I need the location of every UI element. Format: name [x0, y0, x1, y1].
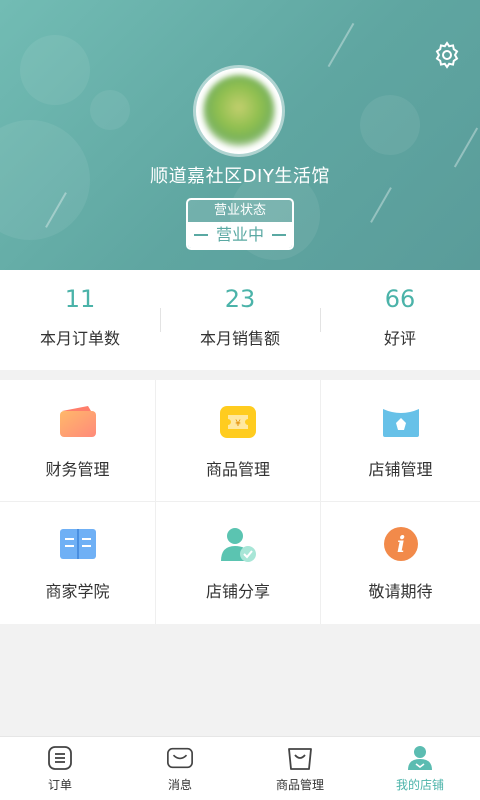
decor-bubble: [360, 95, 420, 155]
wallet-icon: [58, 402, 98, 442]
status-label: 营业状态: [188, 200, 292, 222]
grid-item-label: 店铺分享: [205, 582, 270, 601]
grid-item-label: 店铺管理: [368, 459, 433, 479]
grid-item-academy[interactable]: 商家学院: [0, 502, 156, 624]
decor-streak: [370, 187, 392, 223]
store-name: 顺道嘉社区DIY生活馆: [150, 166, 330, 187]
grid-item-store-manage[interactable]: 店铺管理: [321, 380, 480, 502]
my-store-icon: [406, 744, 434, 772]
tab-label: 消息: [167, 778, 192, 792]
dash-decoration: [272, 234, 286, 236]
business-status-toggle[interactable]: 营业状态 营业中: [186, 198, 294, 250]
grid-item-label: 财务管理: [45, 459, 110, 479]
status-value-row: 营业中: [188, 222, 292, 248]
stat-value: 66: [384, 285, 416, 313]
tab-label: 订单: [47, 778, 72, 792]
function-grid: 财务管理 ¥ 商品管理 店铺管理 商家学院 店铺分享 i 敬请期待: [0, 380, 480, 624]
order-icon: [46, 744, 74, 772]
bag-icon: [286, 744, 314, 772]
tab-product-manage[interactable]: 商品管理: [240, 737, 360, 800]
stat-value: 11: [64, 285, 96, 313]
monthly-stats: 11 本月订单数 23 本月销售额 66 好评: [0, 270, 480, 370]
user-share-icon: [218, 524, 258, 564]
stat-monthly-sales[interactable]: 23 本月销售额: [160, 270, 320, 370]
grid-item-label: 敬请期待: [368, 582, 433, 601]
grid-item-finance[interactable]: 财务管理: [0, 380, 156, 502]
status-value: 营业中: [215, 225, 264, 244]
grid-item-label: 商家学院: [45, 582, 110, 601]
decor-bubble: [90, 90, 130, 130]
tab-label: 商品管理: [275, 778, 324, 792]
tab-messages[interactable]: 消息: [120, 737, 240, 800]
bottom-tabbar: 订单 消息 商品管理 我的店铺: [0, 736, 480, 800]
store-avatar[interactable]: [196, 68, 282, 154]
gear-icon[interactable]: [432, 40, 462, 70]
grid-item-label: 商品管理: [205, 459, 270, 479]
svg-text:¥: ¥: [235, 419, 241, 429]
decor-bubble: [20, 35, 90, 105]
stat-label: 本月订单数: [39, 329, 120, 348]
store-home-page: 顺道嘉社区DIY生活馆 营业状态 营业中 11 本月订单数 23 本月销售额 6…: [0, 0, 480, 800]
stat-label: 好评: [383, 329, 416, 348]
grid-item-coming-soon[interactable]: i 敬请期待: [321, 502, 480, 624]
decor-streak: [327, 22, 355, 68]
dash-decoration: [193, 234, 208, 236]
tab-my-store[interactable]: 我的店铺: [360, 737, 480, 800]
store-icon: [381, 402, 421, 442]
store-header: 顺道嘉社区DIY生活馆 营业状态 营业中: [0, 0, 480, 270]
stat-good-reviews[interactable]: 66 好评: [320, 270, 480, 370]
tab-label: 我的店铺: [395, 778, 444, 792]
book-icon: [58, 524, 98, 564]
tab-orders[interactable]: 订单: [0, 737, 120, 800]
stat-value: 23: [224, 285, 256, 313]
grid-item-products[interactable]: ¥ 商品管理: [156, 380, 321, 502]
stat-label: 本月销售额: [199, 329, 280, 348]
grid-item-share[interactable]: 店铺分享: [156, 502, 321, 624]
avatar-image: [203, 75, 275, 147]
info-icon: i: [381, 524, 421, 564]
svg-text:i: i: [396, 532, 404, 558]
message-icon: [166, 744, 194, 772]
stat-monthly-orders[interactable]: 11 本月订单数: [0, 270, 160, 370]
coupon-icon: ¥: [218, 402, 258, 442]
